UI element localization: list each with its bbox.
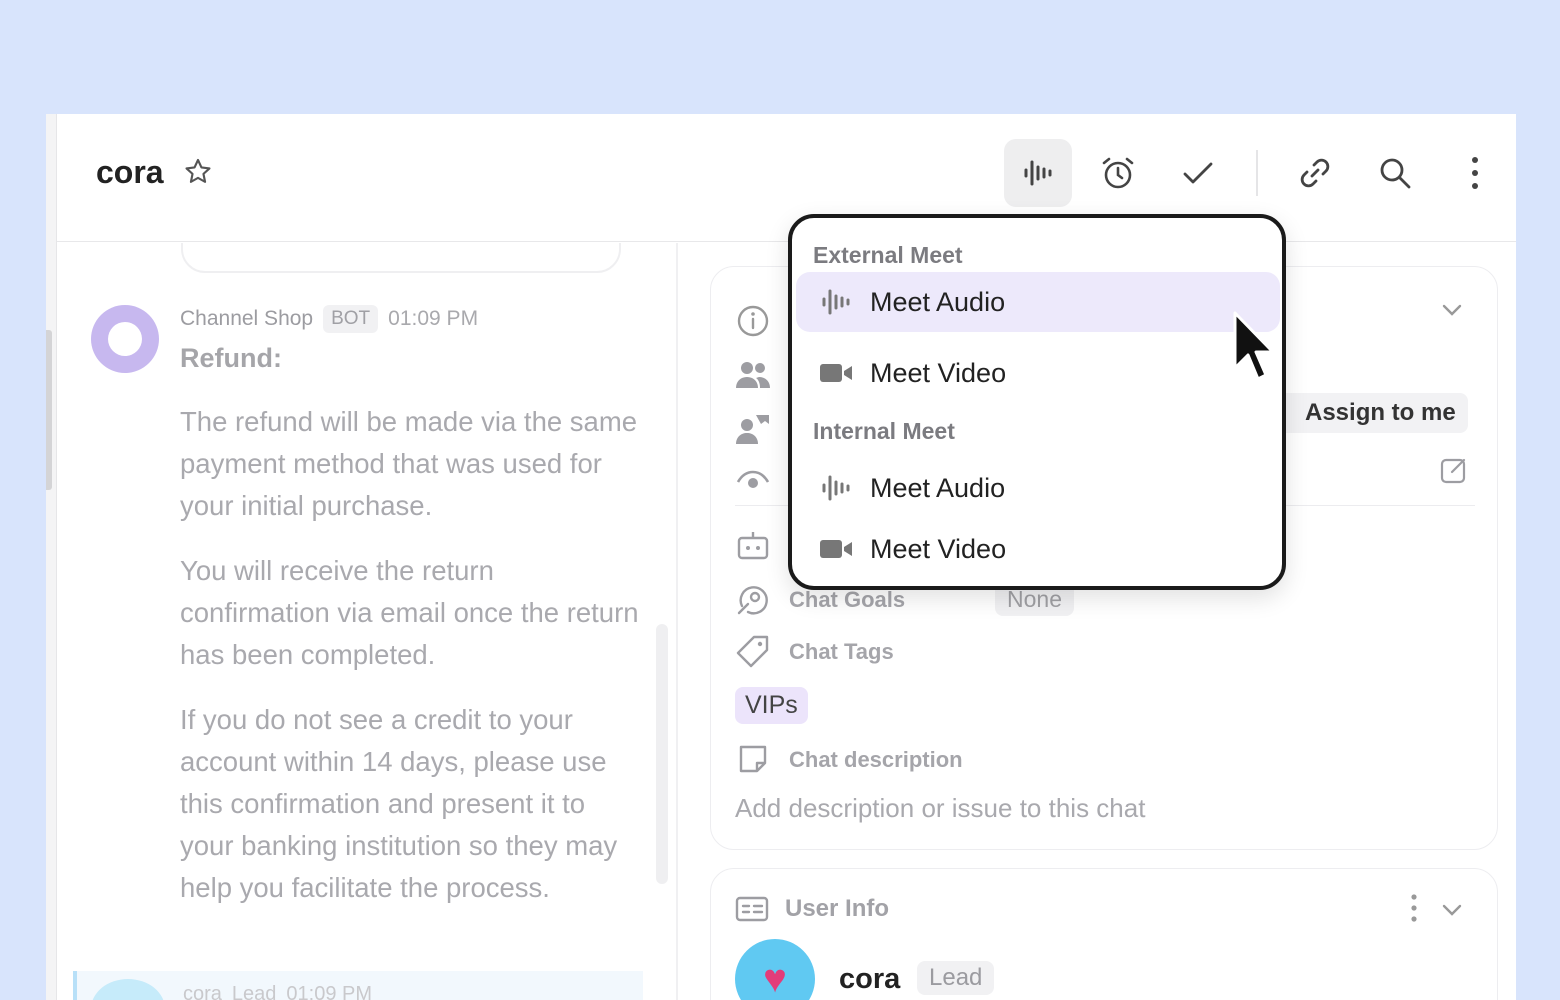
note-icon [735,741,771,777]
assignee-icon [735,411,771,447]
previous-message-bubble [181,243,621,273]
description-input[interactable]: Add description or issue to this chat [735,793,1145,824]
chat-goals-label: Chat Goals [789,587,906,612]
more-vertical-icon[interactable] [1409,893,1419,923]
message-meta: Channel Shop BOT 01:09 PM [180,305,478,333]
info-icon [735,303,771,339]
next-message-time: 01:09 PM [286,983,373,1000]
tag-icon [735,633,771,669]
internal-meet-video-item[interactable]: Meet Video [796,519,1280,579]
external-meet-audio-item[interactable]: Meet Audio [796,272,1280,332]
meet-button[interactable] [1004,139,1072,207]
team-icon [735,357,771,393]
chevron-down-icon[interactable] [1439,297,1465,323]
bot-avatar [91,305,159,373]
check-icon [1183,162,1213,184]
user-info-card: User Info ♥ cora Lead [710,868,1498,1000]
chat-header: cora [57,114,1516,242]
message-paragraph: If you do not see a credit to your accou… [180,704,618,903]
internal-meet-header: Internal Meet [813,418,955,444]
close-chat-button[interactable] [1164,139,1232,207]
sidebar-edge [46,114,57,1000]
message-title: Refund: [180,343,282,373]
next-message-badge: Lead [231,983,277,1000]
resize-handle[interactable] [46,330,52,490]
chat-window: cora Channel Shop BOT 01:09 PM Refund: T… [46,114,1516,1000]
audio-wave-icon [1024,160,1052,186]
video-camera-icon [816,361,856,385]
mouse-cursor-icon [1233,311,1274,381]
menu-item-label: Meet Audio [870,286,1006,317]
search-icon [1380,158,1411,189]
internal-meet-audio-item[interactable]: Meet Audio [796,458,1280,518]
message-time: 01:09 PM [388,307,479,330]
next-message: cora Lead 01:09 PM [73,971,643,1000]
link-icon [1300,158,1330,188]
id-card-icon [735,896,769,922]
next-message-sender: cora [183,983,222,1000]
message-paragraph: The refund will be made via the same pay… [180,406,638,521]
more-vertical-icon [1472,157,1478,189]
alarm-clock-icon [1102,157,1134,189]
snooze-button[interactable] [1084,139,1152,207]
bot-icon [735,527,771,563]
user-name: cora [839,963,901,995]
edit-icon[interactable] [1439,455,1469,485]
assign-label: Assign to me [1305,399,1456,426]
message-body: The refund will be made via the same pay… [180,401,640,932]
tag-chip[interactable]: VIPs [735,687,808,724]
video-camera-icon [816,537,856,561]
audio-wave-icon [816,473,856,503]
audio-wave-icon [816,287,856,317]
search-button[interactable] [1361,139,1429,207]
chevron-down-icon[interactable] [1439,897,1465,923]
message-sender: Channel Shop [180,307,314,330]
eye-icon [735,463,771,499]
assign-to-me-button[interactable]: Assign to me [1271,393,1468,433]
avatar [91,979,165,1000]
copy-link-button[interactable] [1281,139,1349,207]
page-title: cora [96,154,164,190]
menu-item-label: Meet Video [870,357,1007,388]
sender-badge: BOT [323,305,379,333]
avatar: ♥ [735,939,815,1000]
next-message-meta: cora Lead 01:09 PM [183,983,372,1000]
message-list: Channel Shop BOT 01:09 PM Refund: The re… [57,243,660,1000]
message-paragraph: You will receive the return confirmation… [180,555,639,670]
star-icon[interactable] [182,156,214,188]
goal-icon [735,581,771,617]
menu-item-label: Meet Audio [870,472,1006,503]
panel-divider [676,243,678,1000]
chat-description-label: Chat description [789,747,963,772]
user-badge: Lead [917,961,995,995]
chat-tags-label: Chat Tags [789,639,894,664]
external-meet-video-item[interactable]: Meet Video [796,343,1280,403]
user-info-title: User Info [785,895,890,922]
menu-item-label: Meet Video [870,533,1007,564]
more-options-button[interactable] [1441,139,1509,207]
chat-scrollbar[interactable] [656,624,668,884]
header-divider [1256,150,1258,196]
external-meet-header: External Meet [813,242,963,268]
meet-dropdown: External Meet Meet Audio Meet Video Inte… [788,214,1286,590]
